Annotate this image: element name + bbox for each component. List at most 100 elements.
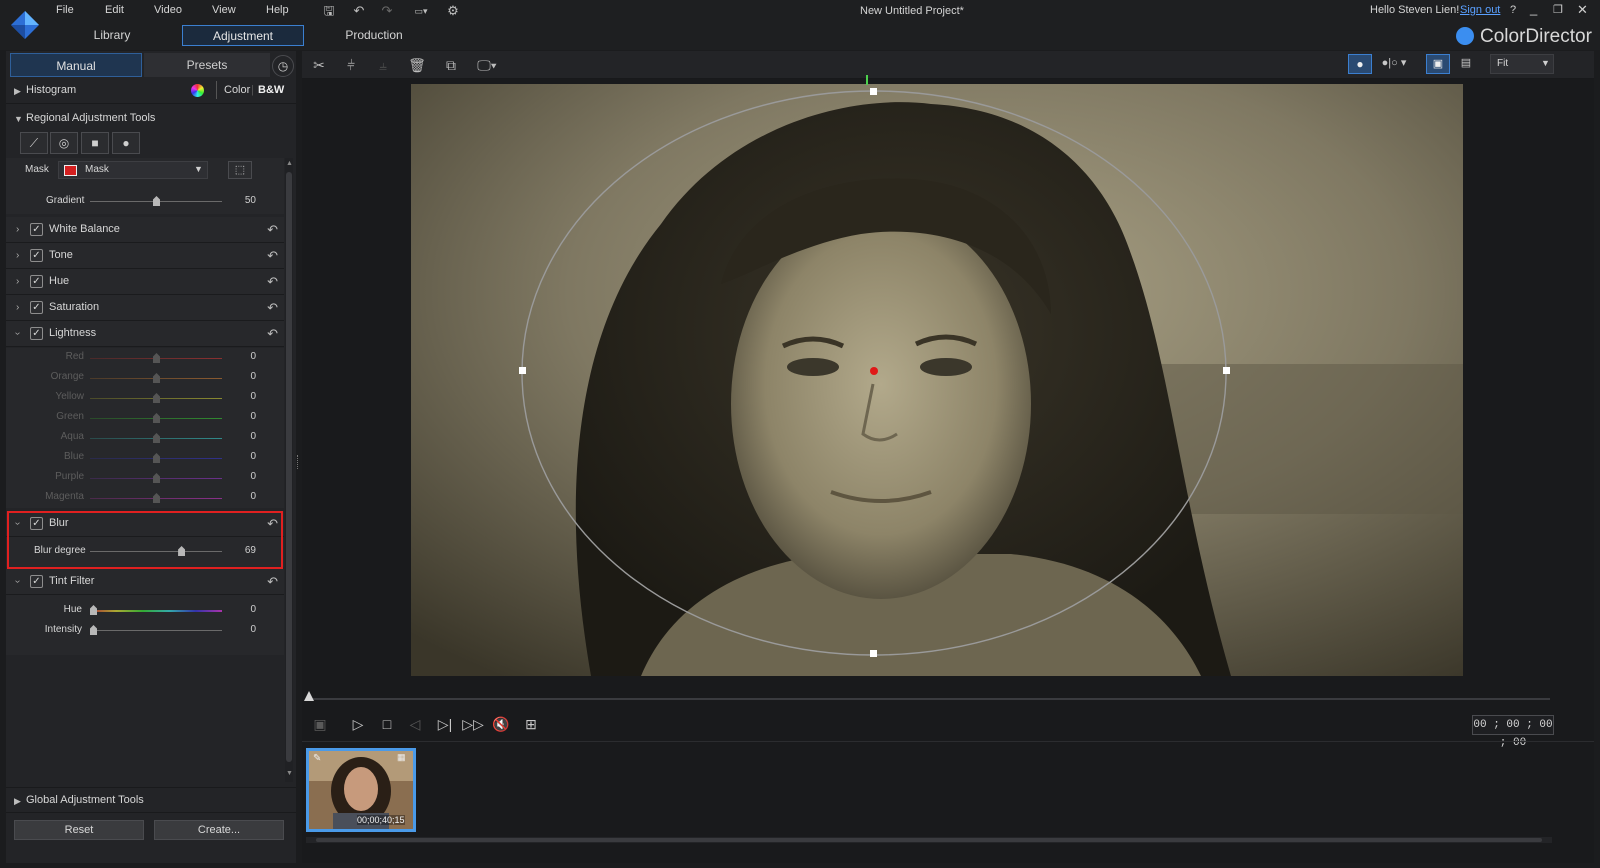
sign-out-link[interactable]: Sign out <box>1460 4 1500 16</box>
compare-view-icon[interactable]: ●|○ ▾ <box>1376 54 1412 74</box>
scrub-playhead[interactable] <box>304 691 314 701</box>
saturation-row[interactable]: › ✓ Saturation ↶ <box>6 295 284 321</box>
minimize-icon[interactable]: _ <box>1530 1 1537 16</box>
mask-rotate-handle[interactable] <box>866 75 868 85</box>
panel-scrollbar[interactable]: ▲ ▼ <box>285 158 293 782</box>
lightness-checkbox[interactable]: ✓ <box>30 327 43 340</box>
cut-icon[interactable]: ✂ <box>308 55 330 75</box>
ellipse-tool-icon[interactable]: ● <box>112 132 140 154</box>
mask-handle-left[interactable] <box>519 367 526 374</box>
lightness-slider-thumb <box>153 453 160 463</box>
redo-icon[interactable]: ↷ <box>378 2 396 20</box>
reset-icon[interactable]: ↶ <box>267 222 278 238</box>
reset-icon[interactable]: ↶ <box>267 248 278 264</box>
clip-thumbnail[interactable]: ✎ ▦ 00;00;40;15 <box>306 748 416 832</box>
fast-forward-icon[interactable]: ▷▷ <box>461 713 485 735</box>
previous-frame-icon[interactable]: ◁ <box>403 713 427 735</box>
history-icon[interactable]: ◷ <box>272 55 294 77</box>
brush-tool-icon[interactable]: ⟋ <box>20 132 48 154</box>
single-view-icon[interactable]: ● <box>1348 54 1372 74</box>
tint-hue-slider-track[interactable] <box>90 610 222 612</box>
tab-production[interactable]: Production <box>334 25 414 46</box>
mask-handle-top[interactable] <box>870 88 877 95</box>
menu-help[interactable]: Help <box>266 4 289 16</box>
reset-button[interactable]: Reset <box>14 820 144 840</box>
white-balance-checkbox[interactable]: ✓ <box>30 223 43 236</box>
menu-video[interactable]: Video <box>154 4 182 16</box>
play-icon[interactable]: ▷ <box>346 713 370 735</box>
scrollbar-thumb[interactable] <box>286 172 292 762</box>
white-balance-row[interactable]: › ✓ White Balance ↶ <box>6 217 284 243</box>
menu-view[interactable]: View <box>212 4 236 16</box>
lightness-value: 0 <box>250 371 256 382</box>
saturation-checkbox[interactable]: ✓ <box>30 301 43 314</box>
scroll-down-icon[interactable]: ▼ <box>286 770 293 777</box>
merge-icon[interactable]: ⫨ <box>372 55 394 75</box>
undo-icon[interactable]: ↶ <box>350 2 368 20</box>
next-frame-icon[interactable]: ▷| <box>433 713 457 735</box>
display-icon[interactable]: 🖵▾ <box>472 55 502 75</box>
fit-window-icon[interactable]: ▣ <box>1426 54 1450 74</box>
rect-tool-icon[interactable]: ■ <box>81 132 109 154</box>
tint-hue-slider-thumb[interactable] <box>90 605 97 615</box>
regional-header[interactable]: ▼ Regional Adjustment Tools <box>6 106 296 132</box>
histogram-color-option[interactable]: Color <box>224 84 250 96</box>
thumbnail-scrollbar-thumb[interactable] <box>316 838 1542 842</box>
tint-filter-checkbox[interactable]: ✓ <box>30 575 43 588</box>
snapshot-icon[interactable]: ⊞ <box>519 713 543 735</box>
create-button[interactable]: Create... <box>154 820 284 840</box>
hue-row[interactable]: › ✓ Hue ↶ <box>6 269 284 295</box>
settings-icon[interactable]: ⚙ <box>444 2 462 20</box>
histogram-bw-option[interactable]: B&W <box>258 84 284 96</box>
mask-dropdown[interactable]: Mask ▼ <box>58 161 208 179</box>
reset-icon[interactable]: ↶ <box>267 574 278 590</box>
delete-icon[interactable]: 🗑 <box>406 55 428 75</box>
mask-select-icon[interactable]: ⬚ <box>228 161 252 179</box>
copy-icon[interactable]: ⧉ <box>440 55 462 75</box>
global-tools-header[interactable]: ▶ Global Adjustment Tools <box>6 787 296 813</box>
lightness-value: 0 <box>250 431 256 442</box>
help-icon[interactable]: ? <box>1510 4 1516 16</box>
tab-library[interactable]: Library <box>72 25 152 46</box>
reset-icon[interactable]: ↶ <box>267 300 278 316</box>
scroll-up-icon[interactable]: ▲ <box>286 160 293 167</box>
tab-presets[interactable]: Presets <box>144 53 270 77</box>
aspect-ratio-icon[interactable]: ▭▾ <box>408 2 434 20</box>
mask-handle-bottom[interactable] <box>870 650 877 657</box>
reset-icon[interactable]: ↶ <box>267 326 278 342</box>
scrub-bar[interactable] <box>308 698 1550 700</box>
histogram-header[interactable]: ▶ Histogram Color | B&W <box>6 78 296 104</box>
zoom-dropdown[interactable]: Fit ▼ <box>1490 54 1554 74</box>
gradient-slider-thumb[interactable] <box>153 196 160 206</box>
tint-intensity-slider-thumb[interactable] <box>90 625 97 635</box>
menu-file[interactable]: File <box>56 4 74 16</box>
split-icon[interactable]: ⫩ <box>340 55 362 75</box>
hue-checkbox[interactable]: ✓ <box>30 275 43 288</box>
mask-handle-right[interactable] <box>1223 367 1230 374</box>
lightness-row[interactable]: › ✓ Lightness ↶ <box>6 321 284 347</box>
mask-label: Mask <box>25 164 49 175</box>
mute-icon[interactable]: 🔇 <box>489 713 513 735</box>
restore-icon[interactable]: ❐ <box>1553 3 1563 16</box>
stop-icon[interactable]: □ <box>375 713 399 735</box>
tone-row[interactable]: › ✓ Tone ↶ <box>6 243 284 269</box>
mask-color-swatch <box>64 165 77 176</box>
mask-center-point[interactable] <box>870 367 878 375</box>
thumbnail-scrollbar[interactable] <box>306 837 1552 843</box>
tab-adjustment[interactable]: Adjustment <box>182 25 304 46</box>
tab-manual[interactable]: Manual <box>10 53 142 77</box>
tint-filter-row[interactable]: › ✓ Tint Filter ↶ <box>6 569 284 595</box>
photo-preview[interactable] <box>411 84 1463 676</box>
panel-splitter[interactable] <box>297 455 300 469</box>
blur-highlight-box <box>7 511 283 569</box>
actual-size-icon[interactable]: ▤ <box>1454 54 1478 74</box>
tint-intensity-slider-track[interactable] <box>90 630 222 631</box>
lightness-value: 0 <box>250 451 256 462</box>
mark-in-icon[interactable]: ▣ <box>308 713 332 735</box>
reset-icon[interactable]: ↶ <box>267 274 278 290</box>
close-icon[interactable]: ✕ <box>1577 2 1588 18</box>
tone-checkbox[interactable]: ✓ <box>30 249 43 262</box>
save-icon[interactable]: 🖫 <box>320 2 338 20</box>
menu-edit[interactable]: Edit <box>105 4 124 16</box>
radial-tool-icon[interactable]: ◎ <box>50 132 78 154</box>
